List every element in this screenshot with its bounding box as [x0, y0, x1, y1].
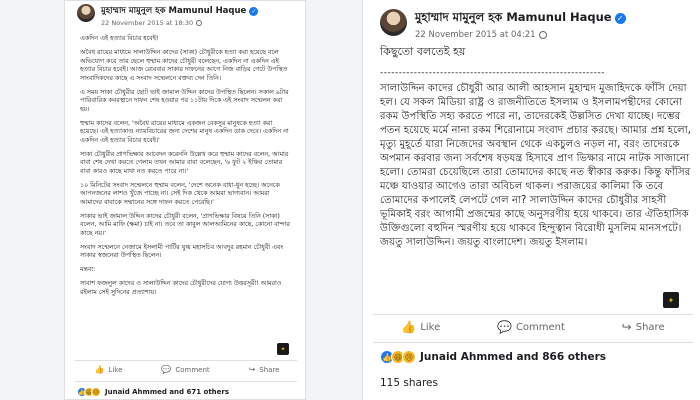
comment-label: Comment	[515, 321, 565, 333]
post-timestamp[interactable]: 22 November 2015 at 04:21	[415, 30, 536, 40]
verified-badge-icon: ✓	[249, 6, 259, 16]
paragraph: ১০ মিনিটের সংবাদ সম্মেলনে হুম্মাম বলেন, …	[80, 181, 280, 206]
logo-badge-icon: ✦	[277, 343, 289, 355]
comment-button[interactable]: 💬 Comment	[161, 365, 209, 374]
like-label: Like	[420, 321, 441, 333]
like-label: Like	[108, 365, 123, 374]
share-label: Share	[259, 365, 280, 374]
share-label: Share	[635, 321, 665, 333]
dashed-rule: ----------------------------------------…	[380, 68, 605, 79]
sad-reaction-icon: 😢	[402, 350, 416, 364]
reactions-summary[interactable]: 👍 😆 😢 Junaid Ahmmed and 866 others	[380, 350, 606, 364]
share-icon: ↪	[621, 320, 632, 334]
right-post-body: কিছুতো বলতেই হয় -----------------------…	[380, 44, 692, 251]
share-button[interactable]: ↪ Share	[622, 320, 665, 334]
divider	[373, 314, 693, 315]
paragraph: মন্তব্য:	[80, 266, 96, 273]
paragraph: একদিন এই হত্যার বিচার হবেই!	[80, 35, 159, 42]
paragraph: সাবাশ ফজলুল কাদের ও সালাউদ্দিন কাদের চৌধ…	[80, 280, 282, 296]
divider	[75, 360, 297, 361]
avatar[interactable]	[77, 4, 95, 22]
share-icon: ↪	[248, 365, 256, 374]
comment-icon: 💬	[161, 365, 172, 374]
thumbs-up-icon: 👍	[401, 320, 417, 334]
comment-icon: 💬	[496, 320, 512, 334]
paragraph: সংবাদ সম্মেলনে নেজামে ইসলামী পার্টির যুগ…	[80, 243, 284, 260]
comment-label: Comment	[175, 365, 210, 374]
left-post-header: মুহাম্মাদ মামুনুল হক Mamunul Haque ✓ 22 …	[77, 4, 259, 27]
reactions-count[interactable]: Junaid Ahmmed and 671 others	[105, 388, 229, 396]
reactions-summary[interactable]: 👍 😆 😢 Junaid Ahmmed and 671 others	[77, 387, 229, 397]
left-post-card: মুহাম্মাদ মামুনুল হক Mamunul Haque ✓ 22 …	[64, 0, 306, 400]
post-timestamp[interactable]: 22 November 2015 at 18:30	[101, 19, 193, 27]
paragraph: হুম্মাম কাদের বলেন, 'অবৈধ রায়ের মাধ্যমে…	[80, 119, 289, 144]
post-subtitle: কিছুতো বলতেই হয়	[380, 45, 466, 58]
paragraph: অবৈধ রায়ের মাধ্যমে সালাউদ্দিন কাদের (সা…	[80, 49, 288, 82]
sad-reaction-icon: 😢	[91, 387, 101, 397]
divider	[75, 381, 297, 382]
verified-badge-icon: ✓	[614, 13, 626, 24]
right-post-header: মুহাম্মাদ মামুনুল হক Mamunul Haque ✓ 22 …	[380, 9, 626, 40]
paragraph: সাকা চৌধুরীর প্রাণভিক্ষার আবেদন করেননি উ…	[80, 150, 289, 175]
comment-button[interactable]: 💬 Comment	[497, 320, 565, 334]
share-button[interactable]: ↪ Share	[249, 365, 280, 374]
paragraph: সাকার ভাই জামাল উদ্দিন কাদের চৌধুরী বলেন…	[80, 212, 290, 237]
shares-count[interactable]: 115 shares	[380, 377, 438, 389]
author-name[interactable]: মুহাম্মাদ মামুনুল হক Mamunul Haque	[415, 9, 612, 28]
reaction-icons: 👍 😆 😢	[77, 387, 101, 397]
globe-icon	[196, 20, 203, 26]
like-button[interactable]: 👍 Like	[401, 320, 440, 334]
right-post-actions: 👍 Like 💬 Comment ↪ Share	[373, 320, 693, 334]
paragraph: এ সময় সাকা চৌধুরীর ছোট ভাই জামাল উদ্দিন…	[80, 88, 289, 113]
divider	[373, 342, 693, 343]
globe-icon	[538, 31, 547, 39]
like-button[interactable]: 👍 Like	[94, 365, 122, 374]
logo-badge-icon: ✦	[663, 292, 679, 308]
thumbs-up-icon: 👍	[94, 365, 105, 374]
right-post-card: মুহাম্মাদ মামুনুল হক Mamunul Haque ✓ 22 …	[362, 0, 700, 400]
left-post-actions: 👍 Like 💬 Comment ↪ Share	[75, 365, 299, 374]
reaction-icons: 👍 😆 😢	[380, 350, 416, 364]
avatar[interactable]	[380, 9, 407, 36]
left-post-body: একদিন এই হত্যার বিচার হবেই! অবৈধ রায়ের …	[80, 35, 292, 303]
post-text: সালাউদ্দিন কাদের চৌধুরী আর আলী আহসান মুহ…	[380, 82, 691, 249]
reactions-count[interactable]: Junaid Ahmmed and 866 others	[420, 351, 606, 363]
author-name[interactable]: মুহাম্মাদ মামুনুল হক Mamunul Haque	[101, 4, 246, 18]
